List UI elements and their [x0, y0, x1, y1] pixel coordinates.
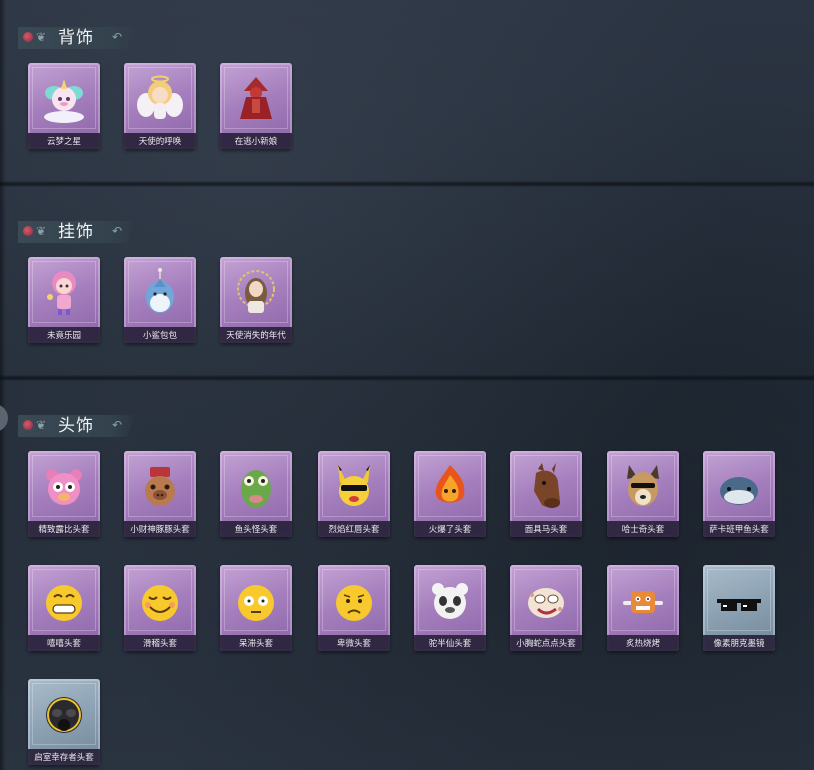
item-card[interactable]: 火爆了头套 [414, 451, 486, 537]
item-label: 小财神豚豚头套 [130, 525, 190, 535]
item-card[interactable]: 炙热烧烤 [607, 565, 679, 651]
horse-head-icon [534, 463, 560, 508]
rose-icon [23, 32, 33, 42]
item-card[interactable]: 云梦之星 [28, 63, 100, 149]
section-title-back: 背饰 [58, 28, 94, 48]
rose-icon [23, 226, 33, 236]
item-card[interactable]: 精致露比头套 [28, 451, 100, 537]
section-title-hanging: 挂饰 [58, 222, 94, 242]
red-bride-doll-icon [240, 77, 272, 119]
pink-bear-head-icon [46, 469, 82, 505]
item-card[interactable]: 鱼头怪头套 [220, 451, 292, 537]
scroll-handle[interactable] [0, 404, 8, 432]
item-label: 哈士奇头套 [621, 525, 665, 535]
item-label: 嘻嘻头套 [46, 639, 81, 649]
pixel-sunglasses-icon [717, 599, 761, 611]
item-label: 小鲨包包 [142, 331, 177, 341]
item-card[interactable]: 未竟乐园 [28, 257, 100, 343]
angel-doll-icon [137, 75, 183, 119]
item-card[interactable]: 天使消失的年代 [220, 257, 292, 343]
ornament-icon: ↶ [111, 30, 122, 44]
item-card[interactable]: 驼半仙头套 [414, 565, 486, 651]
item-card[interactable]: 小财神豚豚头套 [124, 451, 196, 537]
sacabambaspis-head-icon [720, 477, 758, 505]
item-card[interactable]: 哈士奇头套 [607, 451, 679, 537]
item-card[interactable]: 呆滞头套 [220, 565, 292, 651]
item-label: 鱼头怪头套 [234, 525, 278, 535]
rose-icon [23, 420, 33, 430]
item-label: 天使的呼唤 [138, 137, 182, 147]
bbq-head-icon [623, 591, 663, 613]
pink-doll-icon [47, 271, 76, 315]
ornament-icon: ❦ [36, 418, 47, 432]
item-label: 驼半仙头套 [428, 639, 472, 649]
item-label: 小胸蛇点点头套 [516, 639, 576, 649]
section-title-head: 头饰 [58, 416, 94, 436]
ornament-icon: ❦ [36, 224, 47, 238]
item-card[interactable]: 面具马头套 [510, 451, 582, 537]
item-card[interactable]: 卑微头套 [318, 565, 390, 651]
item-label: 卑微头套 [336, 639, 371, 649]
item-label: 呆滞头套 [238, 639, 273, 649]
item-card[interactable]: 滑稽头套 [124, 565, 196, 651]
fire-head-icon [435, 465, 465, 503]
item-label: 精致露比头套 [38, 525, 90, 535]
snake-head-icon [528, 588, 564, 618]
item-card[interactable]: 启室幸存者头套 [28, 679, 100, 765]
husky-head-icon [627, 465, 659, 506]
item-card[interactable]: 嘻嘻头套 [28, 565, 100, 651]
section-divider [0, 375, 814, 381]
pig-head-icon [145, 467, 175, 506]
left-edge-shadow [0, 0, 6, 770]
item-card[interactable]: 萨卡班甲鱼头套 [703, 451, 775, 537]
ornament-icon: ❦ [36, 30, 47, 44]
humble-emoji-icon [336, 585, 372, 621]
section-header-head: ❦ 头饰 ↶ [18, 415, 134, 437]
unicorn-plush-icon [44, 79, 84, 123]
item-label: 天使消失的年代 [226, 331, 286, 341]
item-label: 未竟乐园 [46, 331, 81, 341]
item-card[interactable]: 天使的呼唤 [124, 63, 196, 149]
funny-emoji-icon [142, 585, 178, 621]
gas-mask-icon [46, 697, 82, 733]
item-label: 萨卡班甲鱼头套 [709, 525, 769, 535]
item-card[interactable]: 像素朋克墨镜 [703, 565, 775, 651]
fish-head-icon [241, 470, 271, 508]
grin-emoji-icon [46, 585, 82, 621]
item-label: 云梦之星 [46, 137, 81, 147]
item-label: 面具马头套 [524, 525, 568, 535]
item-card[interactable]: 在逃小新娘 [220, 63, 292, 149]
angel-portrait-icon [237, 270, 275, 313]
shark-bag-icon [146, 268, 174, 313]
section-header-hanging: ❦ 挂饰 ↶ [18, 221, 134, 243]
dazed-emoji-icon [238, 585, 274, 621]
item-card[interactable]: 小胸蛇点点头套 [510, 565, 582, 651]
item-label: 在逃小新娘 [234, 137, 278, 147]
ornament-icon: ↶ [111, 418, 122, 432]
item-label: 炙热烧烤 [625, 639, 660, 649]
item-card[interactable]: 烈焰红唇头套 [318, 451, 390, 537]
pikachu-head-icon [338, 465, 370, 506]
ornament-icon: ↶ [111, 224, 122, 238]
item-card[interactable]: 小鲨包包 [124, 257, 196, 343]
item-label: 像素朋克墨镜 [713, 639, 765, 649]
item-label: 火爆了头套 [428, 525, 472, 535]
item-label: 启室幸存者头套 [34, 753, 94, 763]
section-header-back: ❦ 背饰 ↶ [18, 27, 134, 49]
section-divider [0, 181, 814, 187]
item-label: 烈焰红唇头套 [328, 525, 380, 535]
item-label: 滑稽头套 [142, 639, 177, 649]
panda-head-icon [432, 583, 468, 619]
